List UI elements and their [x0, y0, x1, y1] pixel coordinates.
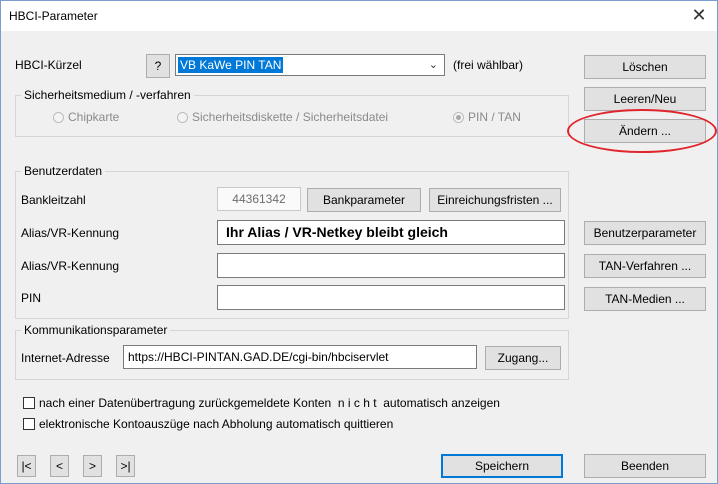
checkbox-icon [23, 418, 35, 430]
tan-verfahren-button[interactable]: TAN-Verfahren ... [584, 254, 706, 278]
help-button[interactable]: ? [146, 54, 170, 78]
close-icon[interactable]: ✕ [689, 5, 709, 26]
radio-pin-tan[interactable]: PIN / TAN [453, 110, 521, 124]
beenden-button[interactable]: Beenden [584, 454, 706, 478]
checkbox-label: elektronische Kontoauszüge nach Abholung… [39, 417, 394, 431]
blz-field[interactable]: 44361342 [217, 187, 301, 211]
radio-sicherheitsdiskette[interactable]: Sicherheitsdiskette / Sicherheitsdatei [177, 110, 388, 124]
nav-last-button[interactable]: >| [116, 455, 135, 477]
nav-next-button[interactable]: > [83, 455, 102, 477]
aendern-button[interactable]: Ändern ... [584, 119, 706, 143]
checkbox-label: nach einer Datenübertragung zurückgemeld… [39, 396, 500, 410]
address-label: Internet-Adresse [21, 351, 110, 365]
pin-field[interactable] [217, 285, 565, 310]
alias2-field[interactable] [217, 253, 565, 278]
address-field[interactable]: https://HBCI-PINTAN.GAD.DE/cgi-bin/hbcis… [123, 345, 477, 369]
radio-label: Chipkarte [68, 110, 120, 124]
window-title: HBCI-Parameter [9, 9, 98, 23]
alias1-field[interactable]: Ihr Alias / VR-Netkey bleibt gleich [217, 220, 565, 245]
title-bar: HBCI-Parameter ✕ [1, 1, 717, 31]
einreichungsfristen-button[interactable]: Einreichungsfristen ... [429, 188, 561, 212]
nav-prev-button[interactable]: < [50, 455, 69, 477]
speichern-button[interactable]: Speichern [441, 454, 563, 478]
pin-label: PIN [21, 291, 42, 305]
kuerzel-hint: (frei wählbar) [453, 58, 524, 72]
radio-chipkarte[interactable]: Chipkarte [53, 110, 119, 124]
nav-first-button[interactable]: |< [17, 455, 36, 477]
zugang-button[interactable]: Zugang... [485, 346, 561, 370]
userdata-group-label: Benutzerdaten [21, 164, 106, 178]
leeren-neu-button[interactable]: Leeren/Neu [584, 87, 706, 111]
kuerzel-combobox[interactable]: VB KaWe PIN TAN ⌄ [175, 54, 445, 76]
loeschen-button[interactable]: Löschen [584, 55, 706, 79]
tan-medien-button[interactable]: TAN-Medien ... [584, 287, 706, 311]
radio-label: Sicherheitsdiskette / Sicherheitsdatei [192, 110, 389, 124]
alias1-label: Alias/VR-Kennung [21, 226, 120, 240]
checkbox-icon [23, 397, 35, 409]
alias2-label: Alias/VR-Kennung [21, 259, 120, 273]
checkbox-konten-anzeigen[interactable]: nach einer Datenübertragung zurückgemeld… [23, 396, 500, 410]
kuerzel-selected-value: VB KaWe PIN TAN [178, 57, 284, 73]
radio-label: PIN / TAN [468, 110, 521, 124]
communication-group-label: Kommunikationsparameter [21, 323, 171, 337]
radio-circle-icon [177, 112, 188, 123]
radio-circle-icon [53, 112, 64, 123]
blz-label: Bankleitzahl [21, 193, 86, 207]
hbci-parameter-dialog: HBCI-Parameter ✕ HBCI-Kürzel ? VB KaWe P… [0, 0, 718, 484]
kuerzel-label: HBCI-Kürzel [15, 58, 82, 72]
radio-selected-icon [453, 112, 464, 123]
chevron-down-icon[interactable]: ⌄ [429, 58, 438, 71]
benutzerparameter-button[interactable]: Benutzerparameter [584, 221, 706, 245]
bankparameter-button[interactable]: Bankparameter [307, 188, 421, 212]
security-group-label: Sicherheitsmedium / -verfahren [21, 88, 194, 102]
checkbox-auszuege-quittieren[interactable]: elektronische Kontoauszüge nach Abholung… [23, 417, 393, 431]
